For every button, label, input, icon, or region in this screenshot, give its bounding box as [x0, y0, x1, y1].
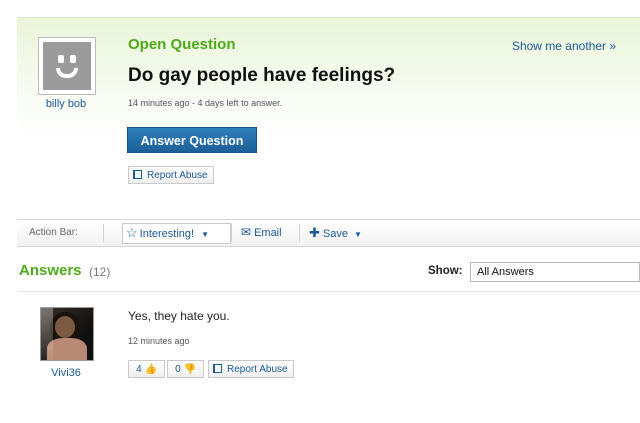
answer-meta: 12 minutes ago: [128, 336, 190, 346]
interesting-label: Interesting!: [139, 228, 195, 240]
chevron-down-icon: ▼: [201, 230, 210, 239]
action-bar: Action Bar: ☆ Interesting! ▼ ✉ Email ✚ Save…: [17, 219, 640, 247]
report-abuse-label: Report Abuse: [147, 170, 208, 181]
flag-icon: [133, 170, 142, 179]
save-label: Save: [322, 228, 348, 240]
answerer-name-link[interactable]: Vivi36: [22, 367, 110, 379]
action-bar-divider: [299, 224, 300, 242]
star-icon: ☆: [126, 225, 138, 240]
flag-icon: [213, 364, 222, 373]
action-bar-divider: [103, 224, 104, 242]
email-label: Email: [254, 227, 282, 239]
action-bar-divider: [231, 224, 232, 242]
thumbs-up-icon: 👍: [144, 364, 157, 375]
answer-report-abuse-label: Report Abuse: [227, 364, 288, 375]
answers-heading: Answers: [19, 262, 82, 279]
report-abuse-button[interactable]: Report Abuse: [128, 166, 214, 184]
asker-name-link[interactable]: billy bob: [25, 98, 107, 110]
plus-icon: ✚: [309, 225, 320, 240]
show-filter-select[interactable]: All Answers: [470, 262, 640, 282]
question-status: Open Question: [128, 36, 236, 53]
answerer-avatar[interactable]: [40, 307, 94, 361]
envelope-icon: ✉: [241, 225, 252, 239]
email-button[interactable]: ✉ Email: [241, 225, 282, 239]
asker-avatar[interactable]: [38, 37, 96, 95]
answer-question-button[interactable]: Answer Question: [127, 127, 257, 153]
interesting-button-content[interactable]: ☆ Interesting! ▼: [126, 225, 209, 241]
question-meta: 14 minutes ago - 4 days left to answer.: [128, 98, 283, 108]
divider: [19, 291, 640, 292]
default-avatar-icon: [43, 42, 91, 90]
action-bar-label: Action Bar:: [29, 227, 78, 238]
thumbs-up-count: 4: [136, 364, 142, 375]
show-filter-label: Show:: [428, 265, 463, 277]
thumbs-up-button[interactable]: 4 👍: [128, 360, 165, 378]
answers-count: (12): [89, 265, 111, 279]
thumbs-down-button[interactable]: 0 👎: [167, 360, 204, 378]
show-another-link[interactable]: Show me another »: [512, 39, 616, 53]
thumbs-down-count: 0: [175, 364, 181, 375]
answer-text: Yes, they hate you.: [128, 309, 230, 323]
thumbs-down-icon: 👎: [183, 364, 196, 375]
chevron-down-icon: ▼: [354, 230, 362, 239]
question-title: Do gay people have feelings?: [128, 65, 396, 86]
save-button[interactable]: ✚ Save ▼: [309, 225, 362, 241]
answer-report-abuse-button[interactable]: Report Abuse: [208, 360, 294, 378]
